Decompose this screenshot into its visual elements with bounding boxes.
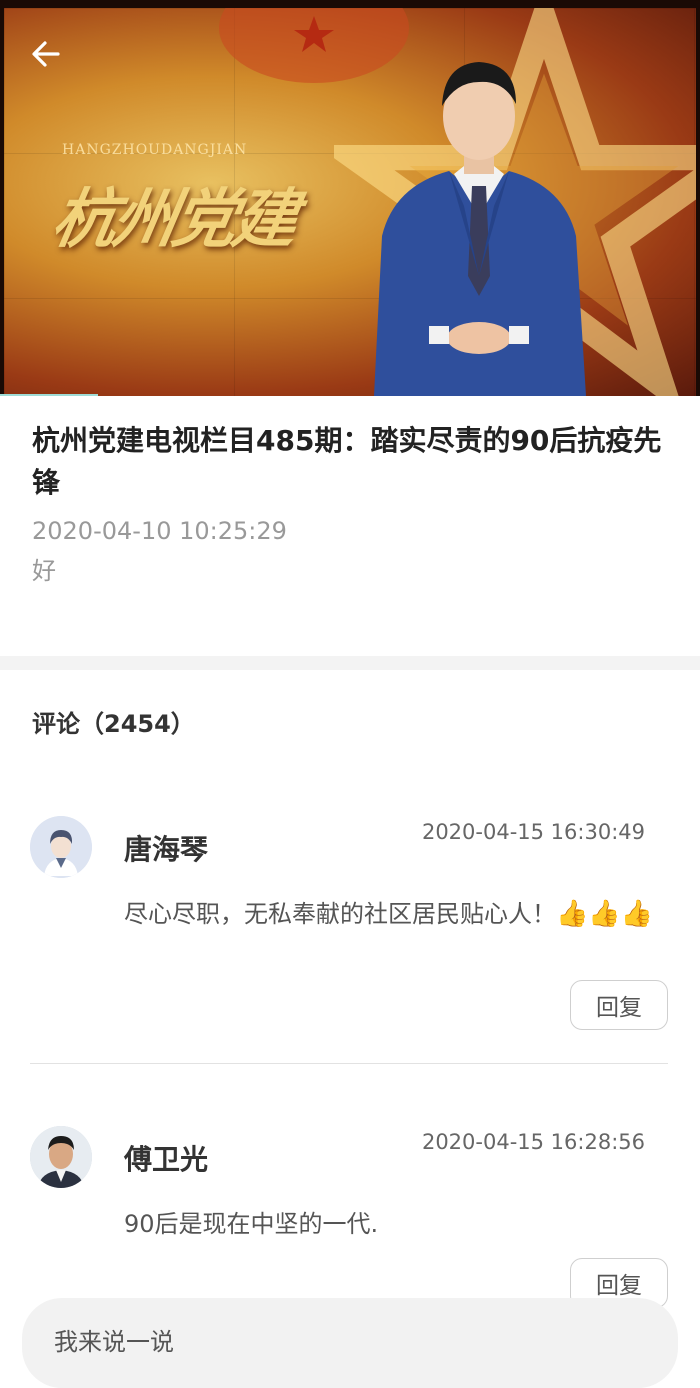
comment-time: 2020-04-15 16:28:56 bbox=[421, 1130, 645, 1154]
comment-time: 2020-04-15 16:30:49 bbox=[421, 820, 645, 844]
program-logo-subtitle: HANGZHOUDANGJIAN bbox=[62, 142, 248, 158]
thumbs-up-icon: 👍👍👍 bbox=[556, 899, 654, 929]
article-date: 2020-04-10 10:25:29 bbox=[32, 517, 287, 545]
article-info: 杭州党建电视栏目485期：踏实尽责的90后抗疫先锋 2020-04-10 10:… bbox=[32, 420, 672, 586]
arrow-left-icon bbox=[32, 41, 60, 67]
user-photo bbox=[30, 1126, 92, 1188]
section-divider bbox=[0, 656, 700, 670]
comment-input[interactable]: 我来说一说 bbox=[54, 1322, 174, 1357]
program-logo: 杭州党建 bbox=[46, 182, 300, 257]
back-button[interactable] bbox=[26, 34, 66, 74]
news-anchor-image bbox=[374, 62, 586, 396]
avatar[interactable] bbox=[30, 1126, 92, 1188]
comments-heading: 评论（2454） bbox=[32, 710, 195, 738]
comment-text: 90后是现在中坚的一代. bbox=[124, 1210, 379, 1238]
article-summary: 好 bbox=[32, 557, 56, 585]
comment-divider bbox=[30, 1063, 668, 1064]
reply-button[interactable]: 回复 bbox=[570, 980, 668, 1030]
comment-input-bar[interactable]: 我来说一说 bbox=[22, 1298, 678, 1388]
article-title: 杭州党建电视栏目485期：踏实尽责的90后抗疫先锋 bbox=[32, 424, 662, 499]
comment-author: 傅卫光 bbox=[124, 1143, 209, 1176]
avatar[interactable] bbox=[30, 816, 92, 878]
comment-text-body: 尽心尽职，无私奉献的社区居民贴心人！ bbox=[124, 900, 556, 928]
video-frame[interactable]: HANGZHOUDANGJIAN 杭州党建 bbox=[4, 8, 696, 396]
video-progress-bar[interactable] bbox=[0, 394, 98, 396]
video-player[interactable]: HANGZHOUDANGJIAN 杭州党建 bbox=[0, 0, 700, 396]
default-avatar-icon bbox=[30, 816, 92, 878]
comment-text: 尽心尽职，无私奉献的社区居民贴心人！👍👍👍 bbox=[124, 896, 654, 932]
comment-author: 唐海琴 bbox=[124, 833, 209, 866]
